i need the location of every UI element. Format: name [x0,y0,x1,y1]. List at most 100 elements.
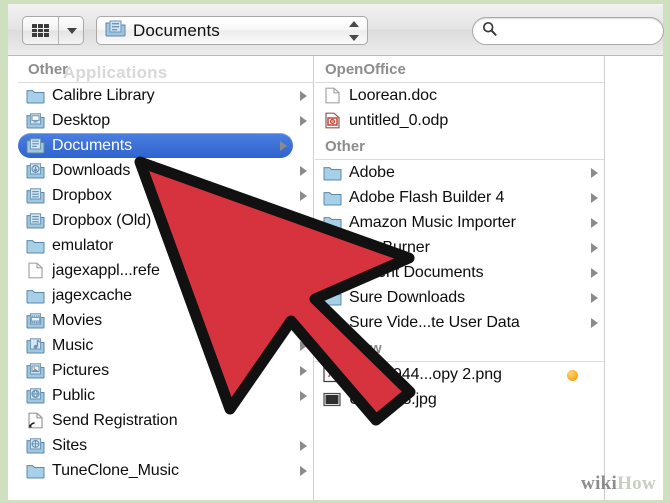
view-mode-button-group[interactable] [22,16,84,45]
disclosure-arrow-icon[interactable] [280,140,287,151]
list-item-label: Untitled8.jpg [349,390,437,408]
list-item[interactable]: Sites [18,433,313,458]
list-item[interactable]: Send Registration [18,408,313,433]
list-item[interactable]: untitled_0.odp [315,108,604,133]
file-document-icon [28,262,43,279]
list-item-label: Send Registration [52,411,178,429]
list-item-label: Adobe Flash Builder 4 [349,188,505,206]
folder-pictures-icon [26,363,45,379]
list-item[interactable]: Dropbox [18,183,313,208]
list-item-label: TuneClone_Music [52,461,179,479]
list-item-label: Dropbox (Old) [52,211,152,229]
folder-public-icon [26,388,45,404]
path-popup-label: Documents [133,20,220,40]
window-frame: Documents Other Applications Calibre Libra… [0,0,670,503]
list-item-label: Sure Vide...te User Data [349,313,520,331]
view-options-menu-button[interactable] [60,17,84,44]
list-item[interactable]: 13750944...opy 2.png [315,362,604,387]
disclosure-arrow-icon[interactable] [300,90,307,101]
list-item[interactable]: Public [18,383,313,408]
list-item-label: jagexappl...refe [52,261,160,279]
disclosure-arrow-icon[interactable] [591,217,598,228]
list-item[interactable]: NoteBurner [315,235,604,260]
list-item[interactable]: Loorean.doc [315,83,604,108]
disclosure-arrow-icon[interactable] [300,365,307,376]
list-item-label: Dropbox [52,186,112,204]
list-item-label: Desktop [52,111,110,129]
grid-view-icon [32,24,49,37]
disclosure-arrow-icon[interactable] [591,242,598,253]
disclosure-arrow-icon[interactable] [591,192,598,203]
list-item[interactable]: Sure Downloads [315,285,604,310]
disclosure-arrow-icon[interactable] [300,165,307,176]
list-item[interactable]: Amazon Music Importer [315,210,604,235]
watermark-how: How [617,473,656,494]
disclosure-arrow-icon[interactable] [300,190,307,201]
watermark-wiki: wiki [581,473,618,494]
folder-sites-icon [26,438,45,454]
list-item-label: Documents [52,136,133,154]
folder-plain-icon [26,90,45,104]
list-item[interactable]: Music [18,333,313,358]
folder-documents-icon [26,138,45,154]
list-item-label: Movies [52,311,103,329]
list-item-label: Loorean.doc [349,86,437,104]
folder-blue-icon [323,242,342,256]
image-png-icon [323,366,341,383]
browser-column-3[interactable] [606,56,663,500]
file-alias-icon [28,412,43,429]
list-item[interactable]: Adobe Flash Builder 4 [315,185,604,210]
list-item[interactable]: Calibre Library [18,83,313,108]
folder-documents-icon [105,19,126,42]
disclosure-arrow-icon[interactable] [591,292,598,303]
list-item-label: Public [52,386,95,404]
column-browser: Other Applications Calibre Library Desktop D… [8,56,663,500]
list-item[interactable]: Desktop [18,108,313,133]
list-item-label: emulator [52,236,114,254]
disclosure-arrow-icon[interactable] [300,115,307,126]
list-item[interactable]: jagexappl...refe [18,258,313,283]
status-badge [567,369,578,381]
browser-column-1[interactable]: Other Applications Calibre Library Desktop D… [18,56,314,500]
disclosure-arrow-icon[interactable] [300,390,307,401]
disclosure-arrow-icon[interactable] [300,340,307,351]
folder-blue-icon [323,292,342,306]
list-item-selected[interactable]: Documents [18,133,293,158]
search-field[interactable] [472,17,664,45]
group-header: OpenOffice [315,56,604,83]
folder-plain-icon [26,290,45,304]
finder-toolbar: Documents [8,4,664,56]
folder-blue-icon [323,192,342,206]
browser-column-2[interactable]: OpenOffice Loorean.doc untitled_0.odp Other… [315,56,605,500]
folder-blue-icon [323,267,342,281]
folder-blue-icon [323,217,342,231]
list-item[interactable]: Movies [18,308,313,333]
disclosure-arrow-icon[interactable] [591,167,598,178]
list-item[interactable]: Pictures [18,358,313,383]
list-item[interactable]: Sure Vide...te User Data [315,310,604,335]
list-item[interactable]: Dropbox (Old) [18,208,313,233]
folder-blue-icon [323,167,342,181]
list-item[interactable]: Untitled8.jpg [315,387,604,412]
search-input[interactable] [502,22,652,40]
folder-plain-icon [26,465,45,479]
list-item-label: NoteBurner [349,238,430,256]
list-item[interactable]: TuneClone_Music [18,458,313,483]
chevron-down-icon [67,27,77,34]
list-item-label: untitled_0.odp [349,111,449,129]
up-down-stepper-icon[interactable] [348,21,359,41]
list-item[interactable]: Adobe [315,160,604,185]
list-item[interactable]: jagexcache [18,283,313,308]
disclosure-arrow-icon[interactable] [591,317,598,328]
list-item[interactable]: emulator [18,233,313,258]
path-popup-button[interactable]: Documents [96,16,368,45]
search-icon [482,21,497,41]
disclosure-arrow-icon[interactable] [300,465,307,476]
disclosure-arrow-icon[interactable] [591,267,598,278]
list-item[interactable]: Recent Documents [315,260,604,285]
file-document-icon [325,87,340,104]
disclosure-arrow-icon[interactable] [300,440,307,451]
list-item-label: Recent Documents [349,263,484,281]
list-item[interactable]: Downloads [18,158,313,183]
grid-view-button[interactable] [23,17,59,44]
